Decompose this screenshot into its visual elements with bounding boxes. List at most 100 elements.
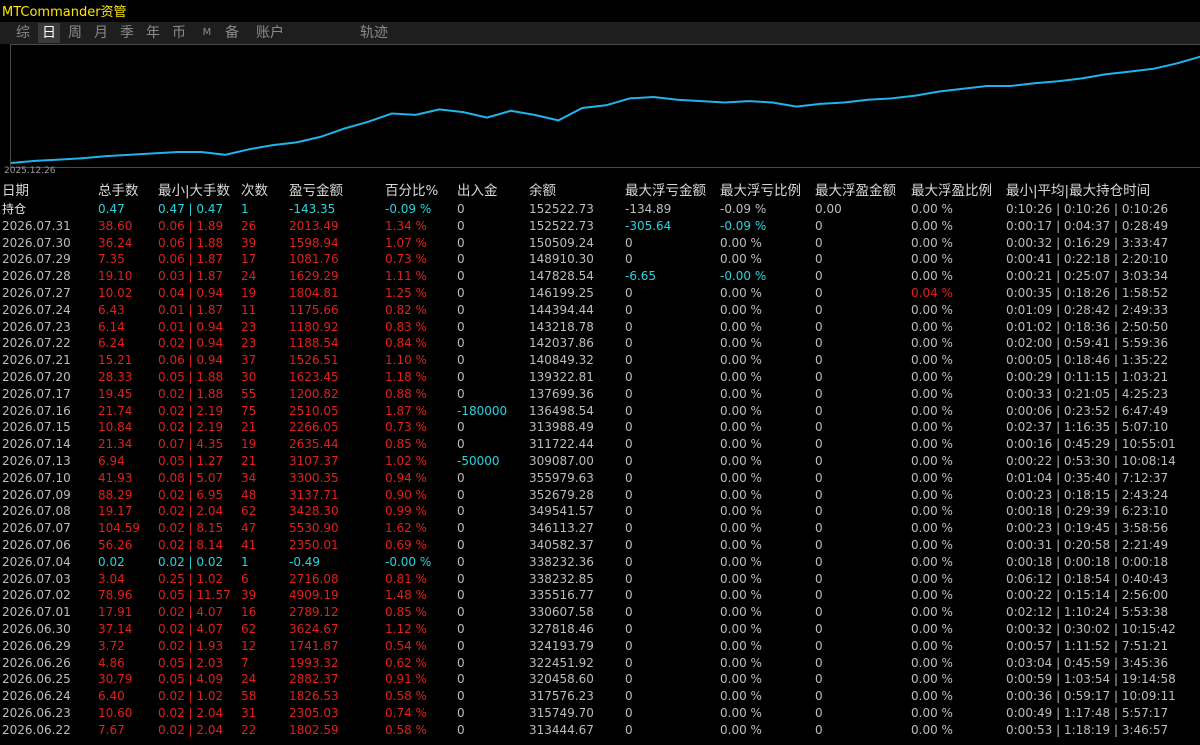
col-minmax-lots[interactable]: 最小|大手数 <box>158 182 230 201</box>
table-row[interactable]: 2026.07.21 15.21 0.06 | 0.94 37 1526.51 1.10 … <box>0 352 1200 369</box>
col-date[interactable]: 日期 <box>2 182 29 201</box>
col-inout[interactable]: 出入金 <box>457 182 498 201</box>
lots-cell: 56.26 <box>98 537 133 552</box>
max-float-profit-cell: 0 <box>815 437 823 452</box>
table-row[interactable]: 2026.07.28 19.10 0.03 | 1.87 24 1629.29 1.11 … <box>0 268 1200 285</box>
table-row[interactable]: 2026.07.02 78.96 0.05 | 11.57 39 4909.19 1.48… <box>0 587 1200 604</box>
table-row[interactable]: 2026.07.08 19.17 0.02 | 2.04 62 3428.30 0.99 … <box>0 503 1200 520</box>
table-row[interactable]: 2026.07.20 28.33 0.05 | 1.88 30 1623.45 1.18 … <box>0 369 1200 386</box>
max-float-profit-pct-cell: 0.00 % <box>911 302 953 317</box>
tab-currency[interactable]: 币 <box>168 23 190 43</box>
balance-cell: 324193.79 <box>529 638 594 653</box>
table-row[interactable]: 2026.07.16 21.74 0.02 | 2.19 75 2510.05 1.87 … <box>0 403 1200 420</box>
col-count[interactable]: 次数 <box>241 182 268 201</box>
max-float-profit-pct-cell: 0.00 % <box>911 235 953 250</box>
table-row[interactable]: 2026.07.24 6.43 0.01 | 1.87 11 1175.66 0.82 %… <box>0 302 1200 319</box>
balance-cell: 140849.32 <box>529 353 594 368</box>
tab-week[interactable]: 周 <box>64 23 86 43</box>
pnl-cell: 3107.37 <box>289 453 339 468</box>
table-row[interactable]: 2026.07.29 7.35 0.06 | 1.87 17 1081.76 0.73 %… <box>0 251 1200 268</box>
table-row[interactable]: 2026.07.23 6.14 0.01 | 0.94 23 1180.92 0.83 %… <box>0 319 1200 336</box>
max-float-loss-cell: 0 <box>625 453 633 468</box>
lots-cell: 3.72 <box>98 638 125 653</box>
tab-trajectory[interactable]: 轨迹 <box>356 23 392 43</box>
table-row[interactable]: 2026.07.07 104.59 0.02 | 8.15 47 5530.90 1.62… <box>0 520 1200 537</box>
date-cell: 2026.06.23 <box>2 705 71 720</box>
hold-time-cell: 0:00:18 | 0:00:18 | 0:00:18 <box>1006 554 1169 569</box>
table-row[interactable]: 2026.07.27 10.02 0.04 | 0.94 19 1804.81 1.25 … <box>0 285 1200 302</box>
pct-cell: 1.02 % <box>385 453 427 468</box>
table-row[interactable]: 2026.06.22 7.67 0.02 | 2.04 22 1802.59 0.58 %… <box>0 722 1200 739</box>
balance-cell: 142037.86 <box>529 336 594 351</box>
minmax-cell: 0.05 | 11.57 <box>158 588 231 603</box>
col-pnl[interactable]: 盈亏金额 <box>289 182 343 201</box>
max-float-profit-cell: 0 <box>815 319 823 334</box>
max-float-profit-cell: 0 <box>815 235 823 250</box>
table-row[interactable]: 2026.07.03 3.04 0.25 | 1.02 6 2716.08 0.81 % 0… <box>0 571 1200 588</box>
hold-time-cell: 0:00:53 | 1:18:19 | 3:46:57 <box>1006 722 1169 737</box>
balance-cell: 137699.36 <box>529 386 594 401</box>
max-float-loss-cell: -134.89 <box>625 202 672 216</box>
max-float-profit-pct-cell: 0.00 % <box>911 537 953 552</box>
table-row[interactable]: 2026.07.10 41.93 0.08 | 5.07 34 3300.35 0.94 … <box>0 470 1200 487</box>
col-max-float-profit[interactable]: 最大浮盈金额 <box>815 182 896 201</box>
tab-m[interactable]: M <box>196 23 218 43</box>
tab-quarter[interactable]: 季 <box>116 23 138 43</box>
count-cell: 24 <box>241 672 257 687</box>
col-percent[interactable]: 百分比% <box>385 182 438 201</box>
count-cell: 22 <box>241 722 257 737</box>
count-cell: 41 <box>241 537 257 552</box>
hold-time-cell: 0:00:33 | 0:21:05 | 4:25:23 <box>1006 386 1169 401</box>
minmax-cell: 0.47 | 0.47 <box>158 202 224 216</box>
tab-year[interactable]: 年 <box>142 23 164 43</box>
max-float-loss-pct-cell: 0.00 % <box>720 453 762 468</box>
table-row[interactable]: 2026.07.14 21.34 0.07 | 4.35 19 2635.44 0.85 … <box>0 436 1200 453</box>
hold-time-cell: 0:00:29 | 0:11:15 | 1:03:21 <box>1006 369 1169 384</box>
tab-account[interactable]: 账户 <box>251 23 289 43</box>
table-row[interactable]: 2026.06.29 3.72 0.02 | 1.93 12 1741.87 0.54 %… <box>0 638 1200 655</box>
col-lots[interactable]: 总手数 <box>98 182 139 201</box>
table-row[interactable]: 2026.06.24 6.40 0.02 | 1.02 58 1826.53 0.58 %… <box>0 688 1200 705</box>
max-float-profit-pct-cell: 0.00 % <box>911 319 953 334</box>
lots-cell: 41.93 <box>98 470 133 485</box>
tab-day[interactable]: 日 <box>38 23 60 43</box>
col-max-float-profit-pct[interactable]: 最大浮盈比例 <box>911 182 992 201</box>
tab-backup[interactable]: 备 <box>221 23 243 43</box>
table-row[interactable]: 持仓 0.47 0.47 | 0.47 1 -143.35 -0.09 % 0 152522.… <box>0 201 1200 218</box>
table-row[interactable]: 2026.07.06 56.26 0.02 | 8.14 41 2350.01 0.69 … <box>0 537 1200 554</box>
minmax-cell: 0.02 | 0.94 <box>158 336 224 351</box>
tab-summary[interactable]: 综 <box>12 23 34 43</box>
col-max-float-loss[interactable]: 最大浮亏金额 <box>625 182 706 201</box>
table-row[interactable]: 2026.07.17 19.45 0.02 | 1.88 55 1200.82 0.88 … <box>0 386 1200 403</box>
count-cell: 62 <box>241 621 257 636</box>
table-row[interactable]: 2026.07.13 6.94 0.05 | 1.27 21 3107.37 1.02 %… <box>0 453 1200 470</box>
table-row[interactable]: 2026.07.01 17.91 0.02 | 4.07 16 2789.12 0.85 … <box>0 604 1200 621</box>
table-row[interactable]: 2026.07.31 38.60 0.06 | 1.89 26 2013.49 1.34 … <box>0 218 1200 235</box>
table-row[interactable]: 2026.07.15 10.84 0.02 | 2.19 21 2266.05 0.73 … <box>0 419 1200 436</box>
max-float-loss-pct-cell: -0.09 % <box>720 218 767 233</box>
table-row[interactable]: 2026.06.23 10.60 0.02 | 2.04 31 2305.03 0.74 … <box>0 705 1200 722</box>
table-row[interactable]: 2026.07.30 36.24 0.06 | 1.88 39 1598.94 1.07 … <box>0 235 1200 252</box>
date-cell: 2026.07.13 <box>2 453 71 468</box>
table-row[interactable]: 2026.07.22 6.24 0.02 | 0.94 23 1188.54 0.84 %… <box>0 335 1200 352</box>
col-max-float-loss-pct[interactable]: 最大浮亏比例 <box>720 182 801 201</box>
col-hold-time[interactable]: 最小|平均|最大持仓时间 <box>1006 182 1150 201</box>
max-float-loss-cell: -6.65 <box>625 269 657 284</box>
balance-cell: 146199.25 <box>529 285 594 300</box>
max-float-profit-cell: 0 <box>815 403 823 418</box>
date-cell: 2026.06.30 <box>2 621 71 636</box>
max-float-loss-cell: 0 <box>625 605 633 620</box>
table-row[interactable]: 2026.06.26 4.86 0.05 | 2.03 7 1993.32 0.62 % 0… <box>0 655 1200 672</box>
count-cell: 58 <box>241 689 257 704</box>
col-balance[interactable]: 余额 <box>529 182 556 201</box>
max-float-profit-cell: 0 <box>815 655 823 670</box>
table-row[interactable]: 2026.07.04 0.02 0.02 | 0.02 1 -0.49 -0.00 % 0 3… <box>0 554 1200 571</box>
table-row[interactable]: 2026.07.09 88.29 0.02 | 6.95 48 3137.71 0.90 … <box>0 487 1200 504</box>
max-float-profit-cell: 0 <box>815 285 823 300</box>
table-row[interactable]: 2026.06.30 37.14 0.02 | 4.07 62 3624.67 1.12 … <box>0 621 1200 638</box>
lots-cell: 0.02 <box>98 554 125 569</box>
tab-month[interactable]: 月 <box>90 23 112 43</box>
table-row[interactable]: 2026.06.25 30.79 0.05 | 4.09 24 2882.37 0.91 … <box>0 671 1200 688</box>
hold-time-cell: 0:00:32 | 0:30:02 | 10:15:42 <box>1006 621 1176 636</box>
max-float-loss-pct-cell: 0.00 % <box>720 235 762 250</box>
